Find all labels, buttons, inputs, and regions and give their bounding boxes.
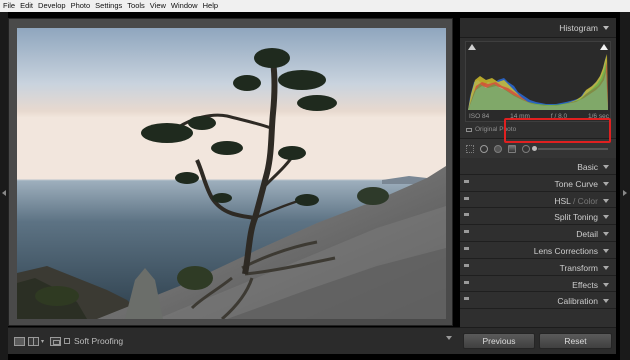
- hsl-label-text: HSL: [554, 195, 571, 206]
- highlight-box: [504, 118, 611, 143]
- expand-lens-corrections-icon[interactable]: [603, 248, 609, 253]
- before-after-view-button[interactable]: [50, 336, 62, 346]
- expand-effects-icon[interactable]: [603, 282, 609, 287]
- toolbar-options-chevron-icon[interactable]: [446, 336, 452, 340]
- section-lens-corrections[interactable]: Lens Corrections: [460, 241, 616, 259]
- photo-preview[interactable]: [17, 28, 446, 319]
- right-panel-collapse-strip[interactable]: [620, 12, 630, 360]
- section-effects[interactable]: Effects: [460, 275, 616, 293]
- radial-filter-icon[interactable]: [522, 145, 530, 153]
- menu-develop[interactable]: Develop: [38, 0, 66, 12]
- collapse-basic-icon[interactable]: [603, 165, 609, 169]
- menu-settings[interactable]: Settings: [95, 0, 122, 12]
- adjustment-brush-slider[interactable]: [538, 148, 608, 150]
- section-effects-label: Effects: [572, 279, 598, 290]
- before-after-split-button[interactable]: [28, 336, 39, 346]
- section-split-toning[interactable]: Split Toning: [460, 208, 616, 226]
- section-transform[interactable]: Transform: [460, 258, 616, 276]
- expand-split-toning-icon[interactable]: [603, 215, 609, 220]
- reset-button[interactable]: Reset: [539, 333, 612, 349]
- menu-bar: File Edit Develop Photo Settings Tools V…: [0, 0, 630, 12]
- transform-switch-icon[interactable]: [464, 263, 469, 267]
- expand-hsl-icon[interactable]: [603, 198, 609, 203]
- section-calibration[interactable]: Calibration: [460, 292, 616, 310]
- section-hsl-label: HSL / Color: [554, 196, 598, 206]
- expand-tone-curve-icon[interactable]: [603, 181, 609, 186]
- section-hsl[interactable]: HSL / Color: [460, 191, 616, 209]
- soft-proofing-checkbox[interactable]: [64, 338, 71, 344]
- section-lens-corrections-label: Lens Corrections: [533, 245, 598, 256]
- panel-sections: Basic Tone Curve HSL / Color Split Tonin…: [460, 158, 616, 310]
- left-panel-collapse-strip[interactable]: [0, 12, 8, 360]
- lens-corrections-switch-icon[interactable]: [464, 246, 469, 250]
- expand-detail-icon[interactable]: [603, 232, 609, 237]
- spot-removal-icon[interactable]: [480, 145, 488, 153]
- collapse-right-icon[interactable]: [623, 190, 627, 196]
- previous-button[interactable]: Previous: [463, 333, 535, 349]
- histogram-header[interactable]: Histogram: [460, 18, 616, 38]
- menu-view[interactable]: View: [150, 0, 166, 12]
- section-tone-curve-label: Tone Curve: [554, 178, 598, 189]
- bottom-toolbar: ▾ Soft Proofing: [8, 327, 460, 354]
- loupe-view-button[interactable]: [14, 336, 25, 346]
- effects-switch-icon[interactable]: [464, 280, 469, 284]
- section-basic-label: Basic: [577, 162, 598, 172]
- iso-value: ISO 84: [469, 113, 490, 120]
- menu-tools[interactable]: Tools: [127, 0, 145, 12]
- red-eye-correction-icon[interactable]: [494, 145, 502, 153]
- section-detail-label: Detail: [576, 229, 598, 240]
- crop-overlay-icon[interactable]: [466, 145, 474, 153]
- section-split-toning-label: Split Toning: [554, 212, 598, 223]
- menu-photo[interactable]: Photo: [71, 0, 91, 12]
- section-basic[interactable]: Basic: [460, 158, 616, 175]
- adjustment-brush-slider-knob[interactable]: [532, 146, 537, 151]
- tone-curve-switch-icon[interactable]: [464, 179, 469, 183]
- histogram-curves: [468, 54, 608, 110]
- color-label-text[interactable]: / Color: [573, 196, 598, 206]
- detail-switch-icon[interactable]: [464, 230, 469, 234]
- panel-footer: Previous Reset: [460, 327, 616, 354]
- section-tone-curve[interactable]: Tone Curve: [460, 174, 616, 192]
- histogram-graph[interactable]: ISO 84 14 mm f / 8.0 1/6 sec: [465, 41, 611, 122]
- expand-left-icon[interactable]: [2, 190, 6, 196]
- section-calibration-label: Calibration: [557, 296, 598, 307]
- hsl-switch-icon[interactable]: [464, 196, 469, 200]
- calibration-switch-icon[interactable]: [464, 297, 469, 301]
- histogram-title: Histogram: [559, 23, 598, 33]
- split-toning-switch-icon[interactable]: [464, 213, 469, 217]
- menu-help[interactable]: Help: [203, 0, 218, 12]
- expand-transform-icon[interactable]: [603, 265, 609, 270]
- menu-edit[interactable]: Edit: [20, 0, 33, 12]
- soft-proofing-label: Soft Proofing: [74, 336, 124, 346]
- section-transform-label: Transform: [559, 262, 598, 273]
- develop-right-panel: Histogram ISO 84 14 mm f / 8.0 1/6 sec O…: [460, 18, 616, 354]
- menu-window[interactable]: Window: [171, 0, 198, 12]
- original-photo-icon: [466, 127, 472, 132]
- landscape-photo: [17, 28, 446, 319]
- expand-calibration-icon[interactable]: [603, 299, 609, 304]
- view-options-chevron-icon[interactable]: ▾: [41, 338, 44, 345]
- menu-file[interactable]: File: [3, 0, 15, 12]
- graduated-filter-icon[interactable]: [508, 145, 516, 153]
- collapse-histogram-icon[interactable]: [603, 26, 609, 30]
- photo-canvas: [8, 18, 453, 326]
- section-detail[interactable]: Detail: [460, 225, 616, 242]
